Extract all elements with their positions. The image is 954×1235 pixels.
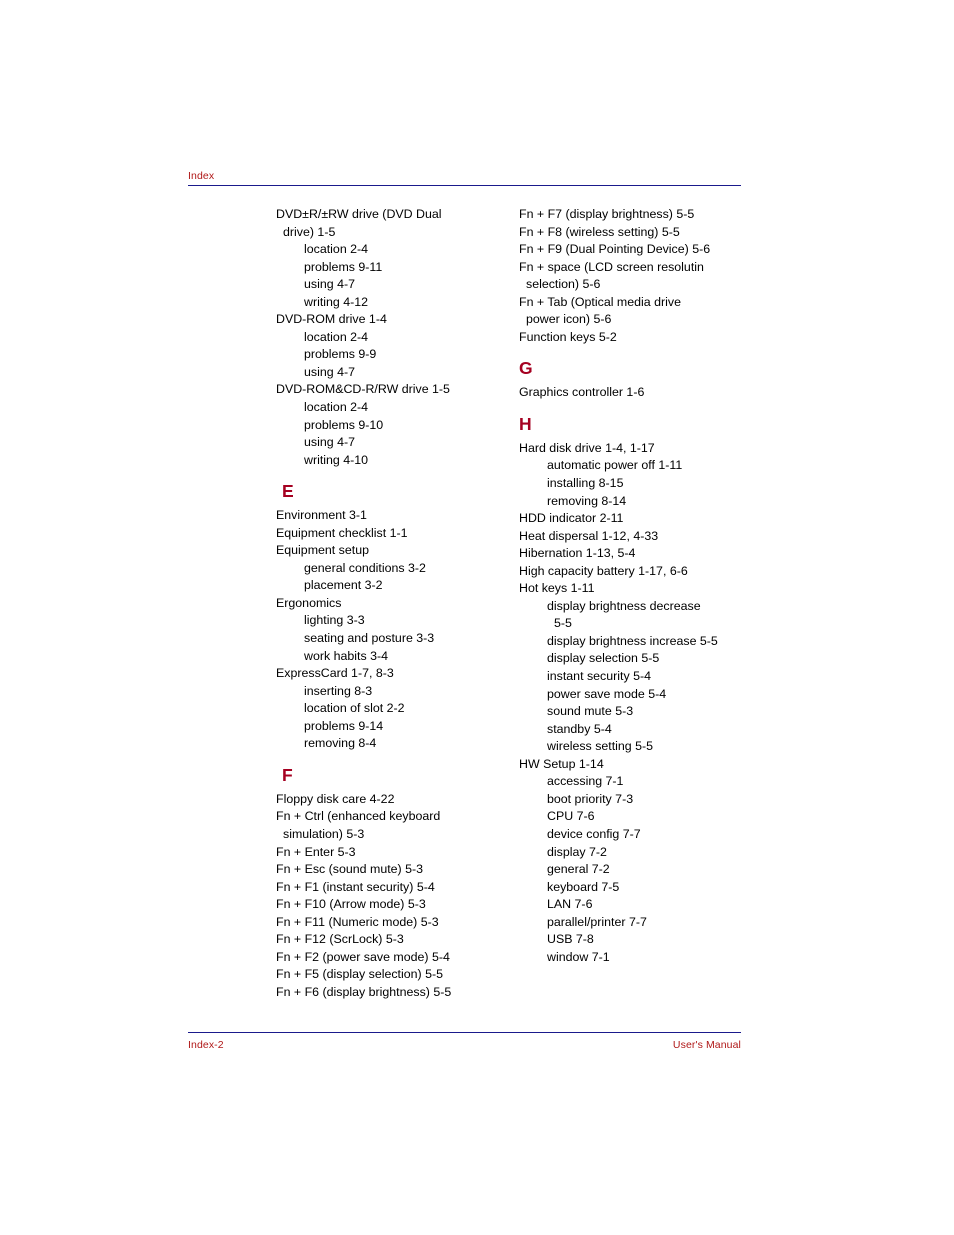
header-label: Index xyxy=(188,170,215,182)
index-entry: Fn + F10 (Arrow mode) 5-3 xyxy=(276,897,426,912)
index-entry: Heat dispersal 1-12, 4-33 xyxy=(519,528,659,543)
index-section-letter: F xyxy=(282,764,293,785)
index-entry: DVD-ROM drive 1-4 xyxy=(276,312,387,327)
index-entry: display brightness increase 5-5 xyxy=(547,633,718,648)
index-entry: Fn + F11 (Numeric mode) 5-3 xyxy=(276,914,439,929)
index-entry: Graphics controller 1-6 xyxy=(519,385,645,400)
index-entry: Fn + Enter 5-3 xyxy=(276,844,356,859)
index-entry: removing 8-14 xyxy=(547,493,627,508)
footer-page-number: Index-2 xyxy=(188,1039,224,1052)
index-entry: DVD-ROM&CD-R/RW drive 1-5 xyxy=(276,382,450,397)
index-entry: HW Setup 1-14 xyxy=(519,756,604,771)
index-entry: power save mode 5-4 xyxy=(547,686,667,701)
index-entry: Fn + F1 (instant security) 5-4 xyxy=(276,879,435,894)
index-entry: Floppy disk care 4-22 xyxy=(276,791,395,806)
index-entry: Fn + F9 (Dual Pointing Device) 5-6 xyxy=(519,242,711,257)
index-entry: Fn + F6 (display brightness) 5-5 xyxy=(276,984,452,999)
index-entry: problems 9-11 xyxy=(304,259,383,274)
index-entry: standby 5-4 xyxy=(547,721,612,736)
index-entry: work habits 3-4 xyxy=(304,648,389,663)
index-entry: inserting 8-3 xyxy=(304,683,373,698)
footer-manual-label: User's Manual xyxy=(672,1039,741,1052)
header-rule xyxy=(188,185,741,187)
index-entry: Function keys 5-2 xyxy=(519,329,617,344)
index-entry: Fn + F5 (display selection) 5-5 xyxy=(276,967,444,982)
index-entry: display selection 5-5 xyxy=(547,651,660,666)
index-entry: location 2-4 xyxy=(304,242,369,257)
index-entry: removing 8-4 xyxy=(304,736,377,751)
index-entry: drive) 1-5 xyxy=(283,224,336,239)
index-entry: wireless setting 5-5 xyxy=(547,739,654,754)
index-entry: Fn + F8 (wireless setting) 5-5 xyxy=(519,224,680,239)
index-entry: device config 7-7 xyxy=(547,826,641,841)
index-entry: Fn + F12 (ScrLock) 5-3 xyxy=(276,932,404,947)
index-entry: display brightness decrease xyxy=(547,598,701,613)
index-entry: HDD indicator 2-11 xyxy=(519,511,624,526)
index-entry: display 7-2 xyxy=(547,844,607,859)
index-section-letter: G xyxy=(519,358,533,379)
index-columns: DVD±R/±RW drive (DVD Dual drive) 1-5 locat… xyxy=(188,206,748,1006)
index-entry: using 4-7 xyxy=(304,277,355,292)
index-entry: Fn + Tab (Optical media drive xyxy=(519,294,681,309)
index-entry: Fn + F2 (power save mode) 5-4 xyxy=(276,949,450,964)
index-entry: DVD±R/±RW drive (DVD Dual xyxy=(276,207,442,221)
index-entry: location 2-4 xyxy=(304,400,369,415)
index-column-right: Fn + F7 (display brightness) 5-5 Fn + F8 … xyxy=(519,206,764,966)
index-entry: problems 9-9 xyxy=(304,347,377,362)
index-entry: Hard disk drive 1-4, 1-17 xyxy=(519,440,655,455)
index-entry: CPU 7-6 xyxy=(547,809,595,824)
index-entry: location 2-4 xyxy=(304,329,369,344)
index-entry: power icon) 5-6 xyxy=(526,312,612,327)
index-entry: lighting 3-3 xyxy=(304,613,365,628)
index-entry: selection) 5-6 xyxy=(526,277,601,292)
index-entry: using 4-7 xyxy=(304,364,355,379)
index-entry: writing 4-10 xyxy=(304,452,369,467)
index-entry: boot priority 7-3 xyxy=(547,791,634,806)
index-entry: problems 9-14 xyxy=(304,718,384,733)
index-entry: parallel/printer 7-7 xyxy=(547,914,647,929)
index-page: Index DVD±R/±RW drive (DVD Dual drive) 1-… xyxy=(0,0,954,1235)
index-entry: Ergonomics xyxy=(276,595,342,610)
index-entry: Fn + Esc (sound mute) 5-3 xyxy=(276,862,424,877)
index-entry: seating and posture 3-3 xyxy=(304,631,435,646)
index-entry: Fn + Ctrl (enhanced keyboard xyxy=(276,809,441,824)
index-entry: automatic power off 1-11 xyxy=(547,458,683,473)
index-entry: writing 4-12 xyxy=(304,294,369,309)
index-section-letter: E xyxy=(282,481,294,502)
index-entry: Hibernation 1-13, 5-4 xyxy=(519,546,636,561)
index-entry: 5-5 xyxy=(554,616,572,631)
index-entry: instant security 5-4 xyxy=(547,669,651,684)
page-footer: Index-2 User's Manual xyxy=(188,1032,741,1052)
index-entry: Equipment setup xyxy=(276,543,369,558)
index-entry: general 7-2 xyxy=(547,862,610,877)
index-entry: Hot keys 1-11 xyxy=(519,581,595,596)
index-entry: general conditions 3-2 xyxy=(304,560,426,575)
index-column-left: DVD±R/±RW drive (DVD Dual drive) 1-5 locat… xyxy=(276,206,521,1001)
index-entry: LAN 7-6 xyxy=(547,897,593,912)
index-entry: installing 8-15 xyxy=(547,476,624,491)
index-entry: sound mute 5-3 xyxy=(547,704,634,719)
index-entry: problems 9-10 xyxy=(304,417,384,432)
index-entry: Fn + F7 (display brightness) 5-5 xyxy=(519,207,695,221)
index-entry: High capacity battery 1-17, 6-6 xyxy=(519,563,688,578)
index-entry: using 4-7 xyxy=(304,435,355,450)
index-section-letter: H xyxy=(519,413,532,434)
index-entry: ExpressCard 1-7, 8-3 xyxy=(276,666,394,681)
index-entry: placement 3-2 xyxy=(304,578,383,593)
index-entry: window 7-1 xyxy=(547,949,610,964)
index-entry: Fn + space (LCD screen resolutin xyxy=(519,259,704,274)
index-entry: keyboard 7-5 xyxy=(547,879,620,894)
index-entry: USB 7-8 xyxy=(547,932,594,947)
index-entry: location of slot 2-2 xyxy=(304,701,405,716)
index-entry: Environment 3-1 xyxy=(276,508,367,523)
index-entry: accessing 7-1 xyxy=(547,774,624,789)
index-entry: Equipment checklist 1-1 xyxy=(276,525,408,540)
page-header: Index xyxy=(188,170,741,187)
index-entry: simulation) 5-3 xyxy=(283,826,365,841)
